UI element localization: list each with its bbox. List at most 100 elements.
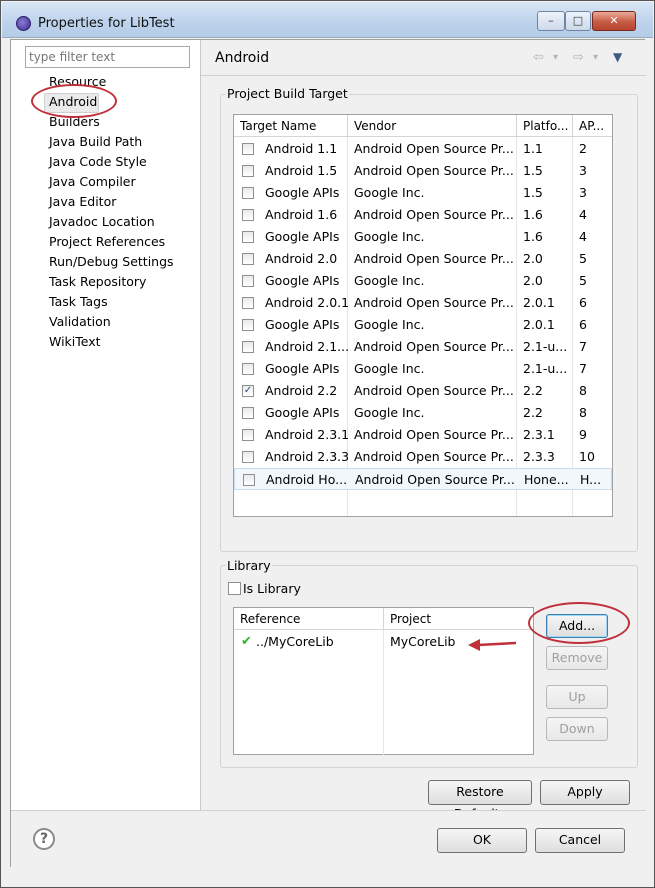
target-checkbox[interactable]: [242, 165, 254, 177]
maximize-button[interactable]: □: [565, 11, 591, 31]
nav-item-java-code-style[interactable]: Java Code Style: [49, 154, 147, 169]
nav-item-wikitext[interactable]: WikiText: [49, 334, 101, 349]
table-row[interactable]: Android 1.5 Android Open Source Pr... 1.5 3: [234, 160, 612, 182]
property-page: Android ⇦ ▾ ⇨ ▾ ▼ Project Build Target T…: [201, 40, 646, 821]
library-table: Reference Project ✔ ../MyCoreLib MyCoreL…: [233, 607, 534, 755]
forward-dropdown-icon[interactable]: ▾: [593, 52, 598, 63]
target-checkbox[interactable]: [242, 231, 254, 243]
vendor-cell: Android Open Source Pr...: [354, 163, 514, 178]
column-vendor[interactable]: Vendor: [348, 115, 517, 137]
page-header: Android ⇦ ▾ ⇨ ▾ ▼: [201, 40, 646, 76]
target-checkbox[interactable]: [242, 451, 254, 463]
table-row[interactable]: Android 2.0.1 Android Open Source Pr... 2.…: [234, 292, 612, 314]
column-platform[interactable]: Platfo...: [517, 115, 573, 137]
target-checkbox[interactable]: [242, 319, 254, 331]
filter-input[interactable]: type filter text: [25, 46, 190, 68]
nav-item-java-compiler[interactable]: Java Compiler: [49, 174, 136, 189]
table-row[interactable]: Google APIs Google Inc. 2.2 8: [234, 402, 612, 424]
platform-cell: 2.0.1: [523, 295, 555, 310]
target-checkbox[interactable]: [243, 474, 255, 486]
api-cell: H...: [580, 472, 602, 487]
api-cell: 10: [579, 449, 595, 464]
check-icon: ✔: [241, 634, 252, 649]
target-checkbox[interactable]: [242, 275, 254, 287]
table-row[interactable]: Google APIs Google Inc. 2.0 5: [234, 270, 612, 292]
vendor-cell: Android Open Source Pr...: [354, 207, 514, 222]
target-name-cell: Android 2.3.1: [265, 427, 350, 442]
back-dropdown-icon[interactable]: ▾: [553, 52, 558, 63]
close-button[interactable]: ✕: [592, 11, 636, 31]
table-row[interactable]: Android 2.3.3 Android Open Source Pr... 2.…: [234, 446, 612, 468]
nav-item-java-build-path[interactable]: Java Build Path: [49, 134, 142, 149]
platform-cell: 2.1-u...: [523, 339, 568, 354]
nav-item-javadoc-location[interactable]: Javadoc Location: [49, 214, 155, 229]
help-icon[interactable]: ?: [33, 828, 55, 850]
table-row[interactable]: Android 2.0 Android Open Source Pr... 2.0 5: [234, 248, 612, 270]
minimize-button[interactable]: –: [537, 11, 565, 31]
api-cell: 4: [579, 207, 587, 222]
table-row[interactable]: Google APIs Google Inc. 2.0.1 6: [234, 314, 612, 336]
back-arrow-icon[interactable]: ⇦: [533, 50, 544, 65]
target-checkbox[interactable]: [242, 407, 254, 419]
column-project[interactable]: Project: [384, 608, 533, 630]
restore-defaults-button[interactable]: Restore Defaults: [428, 780, 532, 821]
up-button[interactable]: Up: [546, 685, 608, 709]
nav-item-task-repository[interactable]: Task Repository: [49, 274, 146, 289]
target-checkbox[interactable]: [242, 341, 254, 353]
target-checkbox[interactable]: [242, 143, 254, 155]
target-name-cell: Google APIs: [265, 317, 340, 332]
column-reference[interactable]: Reference: [234, 608, 384, 630]
remove-button[interactable]: Remove: [546, 646, 608, 670]
table-row[interactable]: Android 2.3.1 Android Open Source Pr... 2.…: [234, 424, 612, 446]
api-cell: 8: [579, 383, 587, 398]
target-name-cell: Android 1.6: [265, 207, 338, 222]
target-checkbox[interactable]: [242, 209, 254, 221]
target-checkbox[interactable]: [242, 363, 254, 375]
platform-cell: 2.3.1: [523, 427, 555, 442]
nav-item-validation[interactable]: Validation: [49, 314, 111, 329]
vendor-cell: Google Inc.: [354, 317, 425, 332]
target-checkbox[interactable]: [242, 429, 254, 441]
platform-cell: 1.5: [523, 185, 543, 200]
platform-cell: 1.5: [523, 163, 543, 178]
build-target-table: Target Name Vendor Platfo... AP... Andro…: [233, 114, 613, 517]
vendor-cell: Android Open Source Pr...: [354, 141, 514, 156]
table-row[interactable]: ✓ Android 2.2 Android Open Source Pr... 2.2…: [234, 380, 612, 402]
target-checkbox[interactable]: ✓: [242, 385, 254, 397]
annotation-arrow-icon: [468, 639, 517, 651]
vendor-cell: Android Open Source Pr...: [354, 427, 514, 442]
annotation-ellipse: [528, 602, 630, 644]
table-row[interactable]: Android 1.1 Android Open Source Pr... 1.1 2: [234, 138, 612, 160]
platform-cell: 2.1-u...: [523, 361, 568, 376]
table-row[interactable]: Google APIs Google Inc. 2.1-u... 7: [234, 358, 612, 380]
ok-button[interactable]: OK: [437, 828, 527, 853]
platform-cell: 2.2: [523, 383, 543, 398]
target-checkbox[interactable]: [242, 253, 254, 265]
forward-arrow-icon[interactable]: ⇨: [573, 50, 584, 65]
nav-item-project-references[interactable]: Project References: [49, 234, 165, 249]
nav-item-task-tags[interactable]: Task Tags: [49, 294, 108, 309]
vendor-cell: Android Open Source Pr...: [354, 383, 514, 398]
table-row[interactable]: Google APIs Google Inc. 1.5 3: [234, 182, 612, 204]
column-api[interactable]: AP...: [573, 115, 612, 137]
table-row[interactable]: Google APIs Google Inc. 1.6 4: [234, 226, 612, 248]
view-menu-icon[interactable]: ▼: [613, 50, 622, 64]
library-label: Library: [226, 558, 272, 573]
cancel-button[interactable]: Cancel: [535, 828, 625, 853]
table-row[interactable]: Android 1.6 Android Open Source Pr... 1.6 4: [234, 204, 612, 226]
dialog-client: type filter text Resource Android Builders…: [10, 39, 646, 868]
is-library-label[interactable]: Is Library: [243, 581, 301, 596]
apply-button[interactable]: Apply: [540, 780, 630, 805]
title-bar: Properties for LibTest – □ ✕: [2, 2, 653, 38]
table-row[interactable]: Android 2.1... Android Open Source Pr... 2…: [234, 336, 612, 358]
target-checkbox[interactable]: [242, 187, 254, 199]
target-checkbox[interactable]: [242, 297, 254, 309]
nav-item-java-editor[interactable]: Java Editor: [49, 194, 116, 209]
is-library-checkbox[interactable]: [228, 582, 241, 595]
nav-item-run-debug-settings[interactable]: Run/Debug Settings: [49, 254, 174, 269]
column-target-name[interactable]: Target Name: [234, 115, 348, 137]
table-row[interactable]: Android Ho... Android Open Source Pr... Ho…: [234, 468, 612, 490]
target-name-cell: Android 2.3.3: [265, 449, 350, 464]
vendor-cell: Android Open Source Pr...: [355, 472, 515, 487]
down-button[interactable]: Down: [546, 717, 608, 741]
